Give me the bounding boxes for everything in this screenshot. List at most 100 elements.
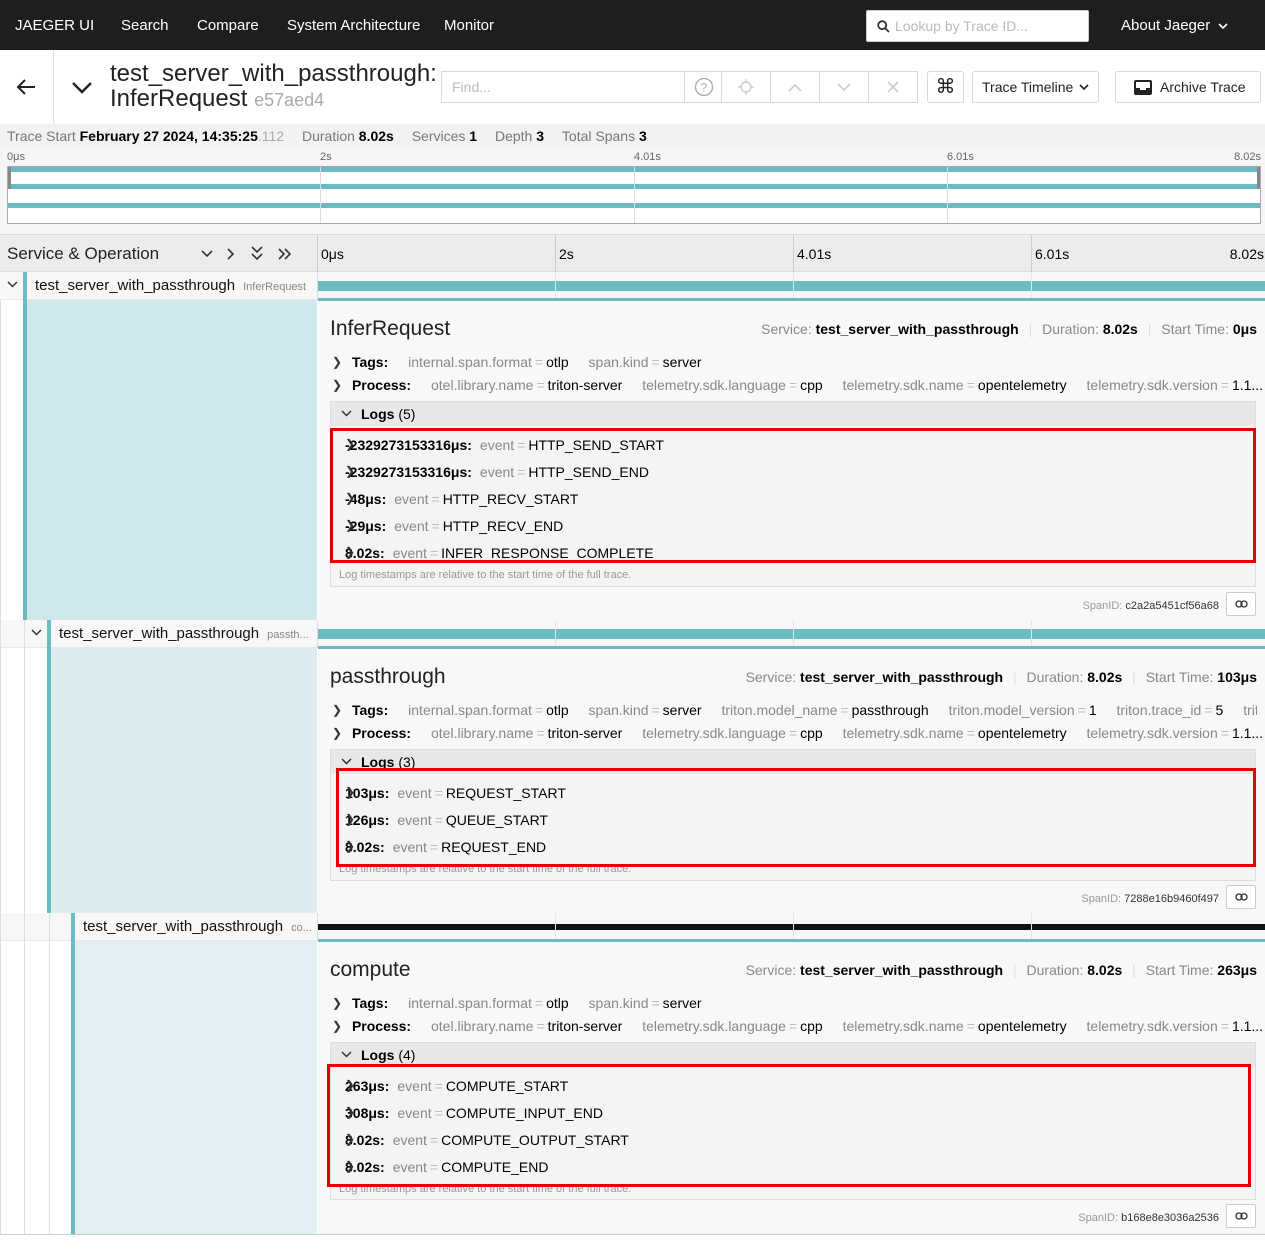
copy-link-button[interactable] bbox=[1226, 592, 1256, 616]
process-key: otel.library.name bbox=[431, 725, 534, 741]
span-row-compute[interactable]: test_server_with_passthrough co... bbox=[0, 913, 1265, 941]
timeline-tick: 4.01s bbox=[797, 246, 832, 262]
chevron-down-icon[interactable] bbox=[7, 281, 18, 288]
copy-link-button[interactable] bbox=[1226, 1204, 1256, 1228]
meta-start-label: Start Time: bbox=[1161, 321, 1229, 337]
archive-trace-button[interactable]: Archive Trace bbox=[1115, 71, 1261, 103]
tags-label: Tags: bbox=[351, 702, 389, 718]
about-jaeger-menu[interactable]: About Jaeger bbox=[1121, 0, 1228, 50]
trace-lookup[interactable] bbox=[866, 10, 1089, 42]
process-value: 1.1... bbox=[1231, 377, 1264, 393]
timeline-gridline bbox=[555, 235, 556, 273]
process-value: cpp bbox=[800, 1018, 823, 1034]
span-id-label: SpanID: bbox=[1082, 600, 1123, 612]
minimap-tick: 6.01s bbox=[947, 151, 974, 163]
command-icon: ⌘ bbox=[935, 76, 956, 98]
nav-system-architecture[interactable]: System Architecture bbox=[287, 0, 420, 50]
tag-value: server bbox=[662, 702, 702, 718]
nav-monitor[interactable]: Monitor bbox=[444, 0, 494, 50]
detail-left-fill bbox=[75, 941, 317, 1234]
meta-start-value: 263μs bbox=[1217, 962, 1257, 978]
tree-guide bbox=[0, 648, 1, 913]
tree-guide bbox=[0, 913, 1, 941]
timeline-gridline bbox=[1031, 913, 1032, 941]
meta-service-value: test_server_with_passthrough bbox=[800, 962, 1004, 978]
services-value: 1 bbox=[469, 128, 478, 144]
close-icon bbox=[887, 81, 899, 93]
chevron-down-icon[interactable] bbox=[71, 81, 93, 94]
minimap-handle-left[interactable] bbox=[8, 167, 11, 189]
tag-key: triton.model_version bbox=[948, 702, 1075, 718]
chevron-up-icon bbox=[788, 83, 802, 92]
tag-key: internal.span.format bbox=[408, 354, 532, 370]
meta-duration-label: Duration: bbox=[1026, 962, 1084, 978]
timeline-gridline bbox=[793, 913, 794, 941]
logs-header[interactable]: Logs (5) bbox=[331, 402, 1255, 426]
locate-button[interactable] bbox=[722, 71, 771, 103]
span-detail-title: InferRequest bbox=[330, 317, 451, 340]
find-input[interactable] bbox=[452, 72, 682, 102]
chevron-down-icon bbox=[341, 410, 352, 417]
span-id: SpanID: 7288e16b9460f497 bbox=[1081, 893, 1219, 905]
search-icon bbox=[877, 20, 890, 33]
process-row[interactable]: ❯ Process: otel.library.name = triton-serv… bbox=[332, 1018, 1263, 1034]
chevron-down-icon[interactable] bbox=[31, 629, 42, 636]
prev-match-button[interactable] bbox=[771, 71, 820, 103]
view-mode-select[interactable]: Trace Timeline bbox=[972, 71, 1099, 103]
chevron-down-icon bbox=[341, 1051, 352, 1058]
find-box[interactable]: ? bbox=[441, 71, 722, 103]
double-chevron-right-icon[interactable] bbox=[278, 248, 292, 260]
chevron-right-icon[interactable] bbox=[227, 248, 235, 260]
span-row-inferrequest[interactable]: test_server_with_passthrough InferRequest bbox=[0, 272, 1265, 300]
process-label: Process: bbox=[351, 1018, 412, 1034]
logs-count: (4) bbox=[398, 1047, 416, 1063]
total-spans-label: Total Spans bbox=[561, 128, 636, 144]
back-arrow-icon[interactable] bbox=[16, 78, 36, 96]
tags-label: Tags: bbox=[351, 354, 389, 370]
timeline-tick: 0μs bbox=[321, 246, 344, 262]
double-chevron-down-icon[interactable] bbox=[251, 246, 263, 261]
nav-compare[interactable]: Compare bbox=[197, 0, 259, 50]
nav-search[interactable]: Search bbox=[121, 0, 169, 50]
span-bar[interactable] bbox=[318, 629, 1265, 639]
span-bar[interactable] bbox=[318, 281, 1265, 291]
minimap-handle-right[interactable] bbox=[1257, 167, 1260, 189]
column-divider[interactable] bbox=[317, 235, 318, 273]
archive-trace-label: Archive Trace bbox=[1160, 79, 1246, 95]
process-value: opentelemetry bbox=[977, 377, 1067, 393]
copy-link-button[interactable] bbox=[1226, 885, 1256, 909]
timeline-tick: 2s bbox=[559, 246, 574, 262]
tree-guide bbox=[24, 913, 25, 941]
span-row-passthrough[interactable]: test_server_with_passthrough passth... bbox=[0, 620, 1265, 648]
trace-minimap[interactable]: 0μs 2s 4.01s 6.01s 8.02s bbox=[0, 148, 1265, 234]
tag-value: otlp bbox=[546, 702, 569, 718]
process-label: Process: bbox=[351, 377, 412, 393]
depth-label: Depth bbox=[494, 128, 533, 144]
trace-id-input[interactable] bbox=[895, 11, 1085, 41]
process-value: triton-server bbox=[547, 1018, 623, 1034]
span-operation-label: co... bbox=[291, 922, 312, 934]
meta-start-label: Start Time: bbox=[1145, 962, 1214, 978]
next-match-button[interactable] bbox=[820, 71, 869, 103]
process-row[interactable]: ❯ Process: otel.library.name = triton-serv… bbox=[332, 377, 1263, 393]
tags-row[interactable]: ❯ Tags: internal.span.format = otlp span.k… bbox=[332, 995, 702, 1011]
tags-row[interactable]: ❯ Tags: internal.span.format = otlp span.k… bbox=[332, 702, 1257, 718]
minimap-tick: 4.01s bbox=[634, 151, 661, 163]
span-operation-label: InferRequest bbox=[243, 281, 307, 293]
keyboard-shortcuts-button[interactable]: ⌘ bbox=[927, 71, 964, 103]
highlight-box bbox=[327, 1064, 1251, 1187]
find-help-button[interactable]: ? bbox=[684, 72, 722, 102]
tags-row[interactable]: ❯ Tags: internal.span.format = otlp span.k… bbox=[332, 354, 702, 370]
chevron-down-icon[interactable] bbox=[201, 250, 213, 258]
trace-title-operation: InferRequest bbox=[110, 85, 248, 112]
process-row[interactable]: ❯ Process: otel.library.name = triton-serv… bbox=[332, 725, 1263, 741]
brand-link[interactable]: JAEGER UI bbox=[15, 0, 94, 50]
process-value: triton-server bbox=[547, 725, 623, 741]
meta-duration-value: 8.02s bbox=[1087, 962, 1123, 978]
logs-label: Logs bbox=[361, 1047, 395, 1063]
clear-search-button[interactable] bbox=[869, 71, 918, 103]
process-value: triton-server bbox=[547, 377, 623, 393]
span-bar[interactable] bbox=[318, 924, 1265, 930]
process-key: telemetry.sdk.name bbox=[842, 1018, 964, 1034]
timeline-tick: 6.01s bbox=[1035, 246, 1070, 262]
